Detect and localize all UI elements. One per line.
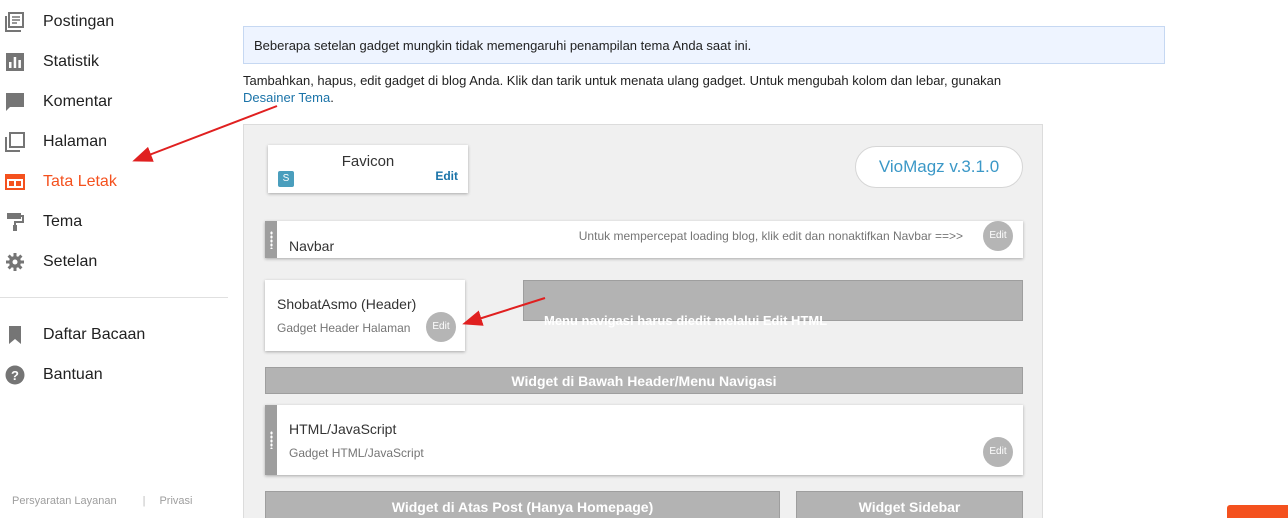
sidebar-item-daftar-bacaan[interactable]: Daftar Bacaan: [0, 320, 228, 350]
feedback-button[interactable]: [1227, 505, 1288, 518]
header-gadget-title: ShobatAsmo (Header): [277, 296, 417, 312]
sidebar-item-postingan[interactable]: Postingan: [0, 7, 228, 37]
sidebar-item-tema[interactable]: Tema: [0, 207, 228, 237]
svg-text:?: ?: [11, 368, 19, 383]
sidebar-item-label: Komentar: [43, 93, 113, 110]
sidebar-widget-section: Widget Sidebar: [796, 491, 1023, 518]
gear-icon: [4, 251, 26, 273]
header-edit-button[interactable]: Edit: [426, 312, 456, 342]
sidebar-item-label: Setelan: [43, 253, 98, 270]
help-icon: ?: [4, 364, 26, 386]
header-gadget-subtitle: Gadget Header Halaman: [277, 321, 411, 335]
sidebar-item-statistik[interactable]: Statistik: [0, 47, 228, 77]
sidebar-item-komentar[interactable]: Komentar: [0, 87, 228, 117]
html-gadget-title: HTML/JavaScript: [289, 421, 397, 437]
theme-designer-link[interactable]: Desainer Tema: [243, 90, 330, 105]
navbar-note: Untuk mempercepat loading blog, klik edi…: [578, 229, 963, 243]
sidebar-item-label: Bantuan: [43, 366, 103, 383]
navbar-edit-button[interactable]: Edit: [983, 221, 1013, 251]
sidebar-item-tata-letak[interactable]: Tata Letak: [0, 167, 228, 197]
privacy-link[interactable]: Privasi: [159, 495, 192, 507]
intro-period: .: [330, 90, 334, 105]
menu-navigation-section: Menu navigasi harus diedit melalui Edit …: [523, 280, 1023, 328]
favicon-image-icon: S: [278, 171, 294, 187]
favicon-title: Favicon: [341, 153, 395, 170]
sidebar-item-label: Postingan: [43, 13, 115, 30]
layout-canvas: Favicon S Edit VioMagz v.3.1.0 Navbar Un…: [243, 124, 1043, 518]
drag-handle[interactable]: [265, 221, 277, 258]
sidebar-item-halaman[interactable]: Halaman: [0, 127, 228, 157]
sidebar-item-bantuan[interactable]: ? Bantuan: [0, 360, 228, 390]
sidebar-footer: Persyaratan Layanan | Privasi: [12, 495, 192, 507]
paint-roller-icon: [4, 211, 26, 233]
above-post-section: Widget di Atas Post (Hanya Homepage): [265, 491, 780, 518]
bookmark-icon: [4, 324, 26, 346]
navbar-gadget[interactable]: Navbar Untuk mempercepat loading blog, k…: [265, 221, 1023, 258]
drag-dots-icon: [269, 230, 273, 249]
favicon-gadget[interactable]: Favicon S Edit: [268, 145, 468, 193]
layout-icon: [4, 171, 26, 193]
below-header-section: Widget di Bawah Header/Menu Navigasi: [265, 367, 1023, 394]
intro-description: Tambahkan, hapus, edit gadget di blog An…: [243, 73, 1002, 88]
posts-icon: [4, 11, 26, 33]
sidebar-item-label: Daftar Bacaan: [43, 326, 146, 343]
drag-handle[interactable]: [265, 405, 277, 475]
sidebar: Postingan Statistik Komentar Halaman Tat…: [0, 0, 228, 518]
terms-link[interactable]: Persyaratan Layanan: [12, 495, 117, 507]
menu-note: Menu navigasi harus diedit melalui Edit …: [544, 313, 828, 328]
pages-icon: [4, 131, 26, 153]
comment-icon: [4, 91, 26, 113]
drag-dots-icon: [269, 431, 273, 449]
html-javascript-gadget[interactable]: HTML/JavaScript Gadget HTML/JavaScript E…: [265, 405, 1023, 475]
sidebar-item-setelan[interactable]: Setelan: [0, 247, 228, 277]
header-gadget[interactable]: ShobatAsmo (Header) Gadget Header Halama…: [265, 280, 465, 351]
html-gadget-edit-button[interactable]: Edit: [983, 437, 1013, 467]
favicon-edit-link[interactable]: Edit: [435, 169, 458, 183]
version-badge: VioMagz v.3.1.0: [855, 146, 1023, 188]
stats-icon: [4, 51, 26, 73]
intro-text: Tambahkan, hapus, edit gadget di blog An…: [243, 72, 1023, 106]
info-notice: Beberapa setelan gadget mungkin tidak me…: [243, 26, 1165, 64]
sidebar-divider: [0, 297, 228, 298]
sidebar-item-label: Tata Letak: [43, 173, 117, 190]
sidebar-item-label: Tema: [43, 213, 83, 230]
footer-separator: |: [142, 495, 146, 507]
html-gadget-subtitle: Gadget HTML/JavaScript: [289, 446, 424, 460]
sidebar-item-label: Statistik: [43, 53, 100, 70]
sidebar-item-label: Halaman: [43, 133, 108, 150]
navbar-title: Navbar: [289, 238, 335, 254]
